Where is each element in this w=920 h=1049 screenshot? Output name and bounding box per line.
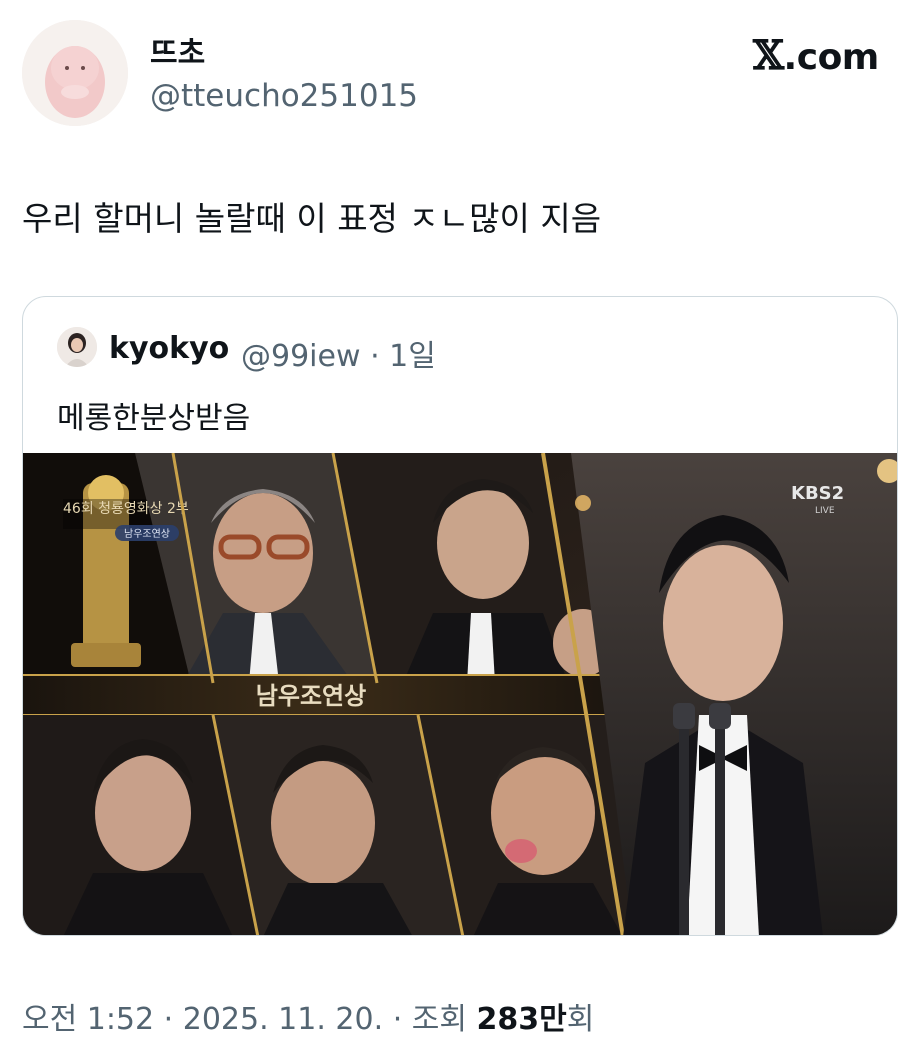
badge-caption: 남우조연상 — [124, 528, 170, 540]
quoted-handle-line: @99iew · 1일 — [241, 331, 436, 375]
quoted-tweet-card[interactable]: kyokyo @99iew · 1일 메롱한분상받음 남우조연상 46회 청룡영… — [22, 296, 898, 936]
tweet-date[interactable]: 2025. 11. 20. — [183, 1002, 383, 1037]
broadcaster-logo: KBS2 — [791, 483, 844, 504]
x-domain: .com — [783, 37, 880, 78]
quoted-handle[interactable]: @99iew — [241, 339, 361, 374]
quoted-time[interactable]: 1일 — [389, 339, 436, 374]
separator-dot: · — [163, 1002, 174, 1037]
award-show-collage: 남우조연상 46회 청룡영화상 2부 남우조연상 KBS2 LIVE — [23, 452, 897, 935]
tweet-meta: 오전 1:52 · 2025. 11. 20. · 조회 283만회 — [22, 994, 594, 1038]
live-indicator: LIVE — [815, 506, 835, 516]
quoted-author-avatar[interactable] — [57, 327, 97, 367]
person-photo-image — [57, 327, 97, 367]
author-avatar[interactable] — [22, 20, 128, 126]
tweet-text: 우리 할머니 놀랄때 이 표정 ㅈㄴ많이 지음 — [22, 199, 602, 238]
x-icon: 𝕏 — [753, 32, 784, 79]
event-badge-text: 46회 청룡영화상 2부 — [63, 501, 189, 517]
views-suffix: 회 — [566, 1002, 595, 1037]
author-display-name[interactable]: 뜨초 — [150, 28, 205, 72]
tweet-time[interactable]: 오전 1:52 — [22, 1002, 154, 1037]
separator-dot: · — [392, 1002, 403, 1037]
x-com-logo[interactable]: 𝕏.com — [753, 32, 879, 79]
plush-character-image — [22, 20, 128, 126]
banner-text: 남우조연상 — [256, 682, 366, 710]
views-label: 조회 — [411, 1002, 467, 1037]
views-count: 283만 — [476, 1002, 567, 1037]
quoted-text: 메롱한분상받음 — [57, 401, 251, 436]
separator-dot: · — [370, 339, 380, 374]
quoted-display-name[interactable]: kyokyo — [109, 331, 229, 366]
quoted-media-image[interactable]: 남우조연상 46회 청룡영화상 2부 남우조연상 KBS2 LIVE — [23, 452, 897, 935]
author-handle[interactable]: @tteucho251015 — [150, 78, 418, 114]
